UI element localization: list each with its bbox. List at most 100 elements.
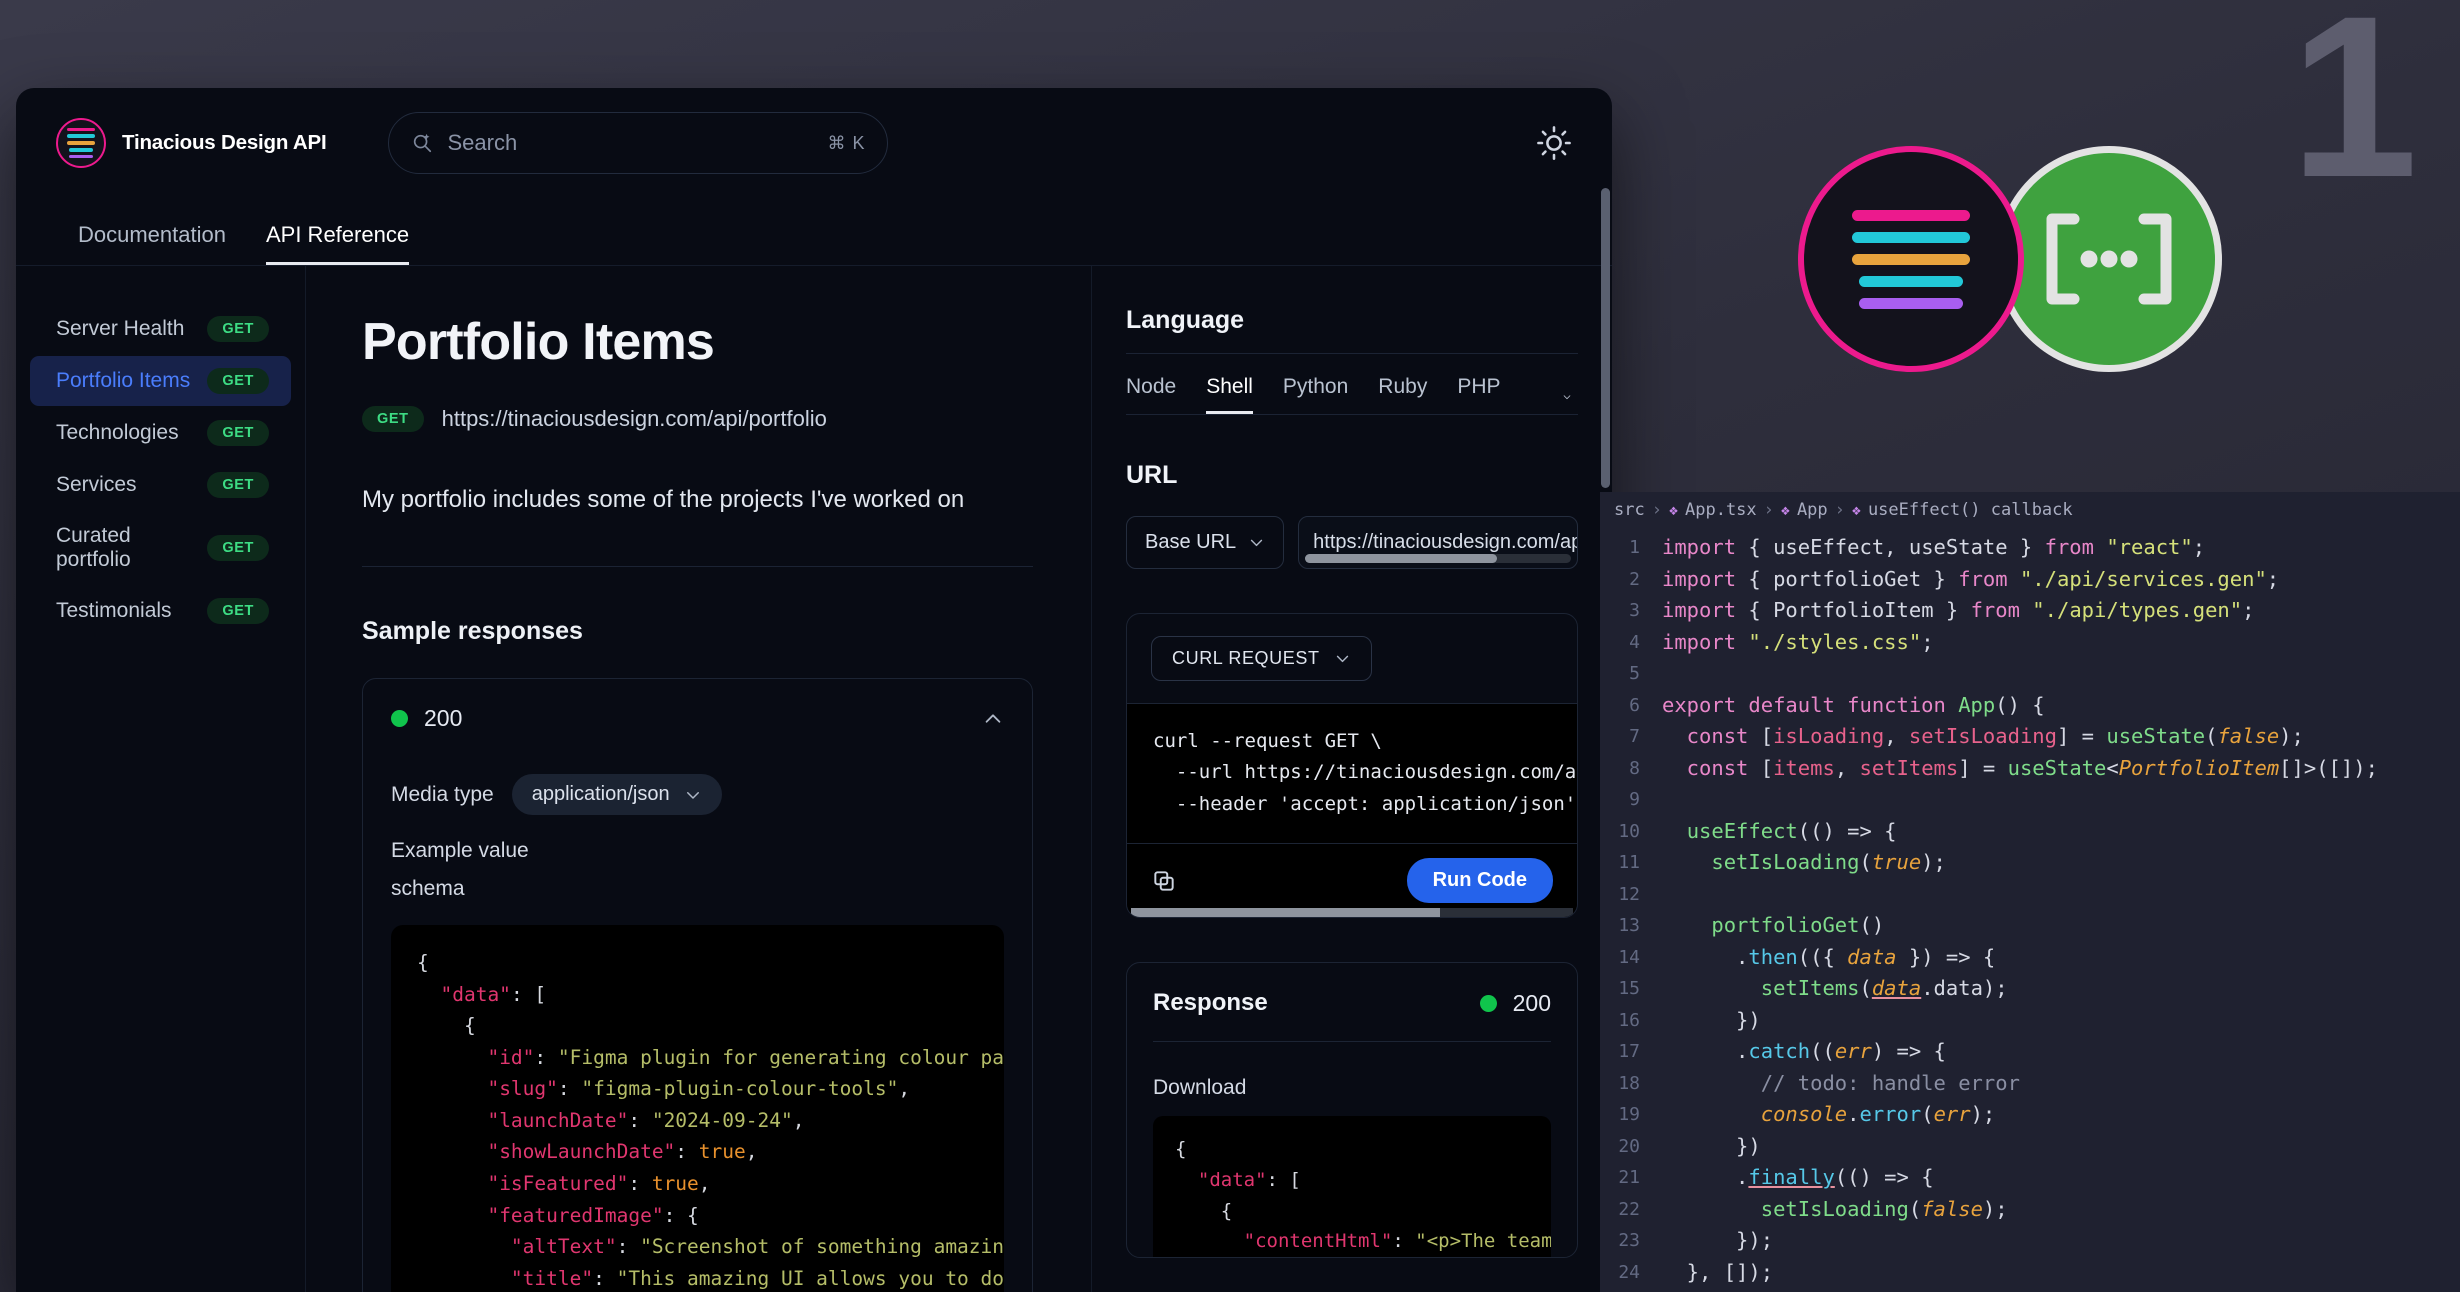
line-number: 23 xyxy=(1618,1230,1640,1251)
search-icon xyxy=(414,133,432,153)
line-number: 9 xyxy=(1629,789,1640,810)
url-value: https://tinaciousdesign.com/api/po xyxy=(1313,531,1577,553)
media-type-select[interactable]: application/json xyxy=(511,774,722,815)
line-number: 1 xyxy=(1629,537,1640,558)
doc-tabs: Documentation API Reference xyxy=(16,198,1612,266)
logo-group xyxy=(1798,146,2222,372)
breadcrumb-item[interactable]: App.tsx xyxy=(1685,500,1757,520)
line-number: 17 xyxy=(1618,1041,1640,1062)
brand[interactable]: Tinacious Design API xyxy=(56,118,327,168)
language-tab-node[interactable]: Node xyxy=(1126,375,1176,414)
response-header: Response 200 xyxy=(1153,989,1551,1042)
chevron-up-icon[interactable] xyxy=(982,708,1004,730)
breadcrumb-item[interactable]: useEffect() callback xyxy=(1868,500,2073,520)
language-tab-php[interactable]: PHP xyxy=(1457,375,1500,414)
line-number: 5 xyxy=(1629,663,1640,684)
method-badge: GET xyxy=(207,472,269,498)
line-content: }) xyxy=(1662,1133,1761,1158)
editor-line: 15 setItems(data.data); xyxy=(1600,973,2460,1005)
chevron-down-icon[interactable] xyxy=(1556,392,1578,414)
editor-line: 5 xyxy=(1600,658,2460,690)
line-content: }) xyxy=(1662,1007,1761,1032)
sidebar-item-services[interactable]: Services GET xyxy=(30,460,291,510)
line-content: const [isLoading, setIsLoading] = useSta… xyxy=(1662,724,2304,748)
request-card: CURL REQUEST curl --request GET \ --url … xyxy=(1126,613,1578,918)
line-number: 7 xyxy=(1629,726,1640,747)
symbol-icon: ❖ xyxy=(1851,501,1861,519)
tab-documentation[interactable]: Documentation xyxy=(78,222,226,265)
line-content: }); xyxy=(1662,1228,1774,1252)
editor-line: 23 }); xyxy=(1600,1225,2460,1257)
sun-icon[interactable] xyxy=(1536,125,1572,161)
url-title: URL xyxy=(1126,461,1178,489)
base-url-select[interactable]: Base URL xyxy=(1126,516,1285,569)
sidebar-item-label: Services xyxy=(56,473,137,496)
chevron-down-icon xyxy=(1250,539,1263,547)
editor-line: 12 xyxy=(1600,879,2460,911)
editor-line: 6 export default function App() { xyxy=(1600,690,2460,722)
method-badge: GET xyxy=(207,598,269,624)
base-url-label: Base URL xyxy=(1145,531,1237,553)
example-value-label[interactable]: Example value xyxy=(391,839,1004,863)
editor-line: 24 }, []); xyxy=(1600,1257,2460,1289)
line-content: const [items, setItems] = useState<Portf… xyxy=(1662,755,2378,780)
code-line: "launchDate": "2024-09-24", xyxy=(487,1108,805,1132)
sidebar-item-curated-portfolio[interactable]: Curated portfolio GET xyxy=(30,512,291,584)
line-content: .then(({ data }) => { xyxy=(1662,944,1996,969)
tab-api-reference[interactable]: API Reference xyxy=(265,222,410,265)
media-type-row: Media type application/json xyxy=(391,774,1004,815)
line-number: 6 xyxy=(1629,694,1640,716)
download-label[interactable]: Download xyxy=(1153,1076,1551,1100)
request-horizontal-scrollbar[interactable] xyxy=(1131,908,1573,917)
line-number: 12 xyxy=(1618,883,1640,905)
line-content: setIsLoading(false); xyxy=(1760,1196,2008,1221)
page-title: Portfolio Items xyxy=(362,313,715,371)
language-tab-shell[interactable]: Shell xyxy=(1206,375,1253,414)
line-number: 18 xyxy=(1618,1072,1640,1094)
line-number: 2 xyxy=(1629,568,1640,590)
schema-label[interactable]: schema xyxy=(391,877,1004,901)
search-input[interactable]: Search ⌘ K xyxy=(388,112,889,174)
breadcrumb-item[interactable]: App xyxy=(1797,500,1828,520)
breadcrumb-separator: › xyxy=(1834,500,1845,520)
breadcrumb-item[interactable]: src xyxy=(1614,500,1645,520)
run-code-button[interactable]: Run Code xyxy=(1406,858,1553,903)
line-content: // todo: handle error xyxy=(1662,1070,2020,1095)
editor-line: 4 import "./styles.css"; xyxy=(1600,627,2460,659)
line-number: 24 xyxy=(1618,1261,1640,1283)
app-topbar: Tinacious Design API Search ⌘ K xyxy=(16,88,1612,198)
symbol-icon: ❖ xyxy=(1780,501,1790,519)
language-tab-python[interactable]: Python xyxy=(1283,375,1348,414)
status-badge: 200 xyxy=(391,705,462,732)
method-badge: GET xyxy=(207,535,269,561)
language-tab-ruby[interactable]: Ruby xyxy=(1378,375,1427,414)
line-content: import { portfolioGet } from "./api/serv… xyxy=(1662,566,2280,591)
try-it-panel: Language Node Shell Python Ruby PHP URL Base… xyxy=(1092,266,1612,1292)
method-badge: GET xyxy=(207,368,269,394)
sidebar-item-testimonials[interactable]: Testimonials GET xyxy=(30,586,291,636)
sample-response-header[interactable]: 200 xyxy=(391,705,1004,732)
url-horizontal-scrollbar[interactable] xyxy=(1305,554,1571,563)
search-shortcut: ⌘ K xyxy=(827,132,866,153)
search-placeholder: Search xyxy=(447,130,518,155)
line-number: 14 xyxy=(1618,946,1640,968)
status-dot-icon xyxy=(1479,994,1497,1012)
sidebar-item-portfolio-items[interactable]: Portfolio Items GET xyxy=(30,356,291,406)
copy-icon[interactable] xyxy=(1151,868,1177,894)
code-line: { xyxy=(417,951,429,974)
media-type-value: application/json xyxy=(531,783,670,805)
sidebar-item-server-health[interactable]: Server Health GET xyxy=(30,304,291,354)
page-scrollbar[interactable] xyxy=(1601,188,1610,488)
status-code: 200 xyxy=(424,705,463,731)
line-content: setIsLoading(true); xyxy=(1711,850,1946,874)
url-input[interactable]: https://tinaciousdesign.com/api/po xyxy=(1298,516,1578,569)
endpoint-url: https://tinaciousdesign.com/api/portfoli… xyxy=(441,406,827,431)
sidebar-item-technologies[interactable]: Technologies GET xyxy=(30,408,291,458)
request-type-select[interactable]: CURL REQUEST xyxy=(1151,636,1372,681)
breadcrumb-separator: › xyxy=(1763,500,1774,520)
request-footer: Run Code xyxy=(1127,843,1577,917)
request-header: CURL REQUEST xyxy=(1127,614,1577,703)
editor-line: 2 import { portfolioGet } from "./api/ser… xyxy=(1600,564,2460,596)
code-lines[interactable]: 1 import { useEffect, useState } from "re… xyxy=(1600,528,2460,1288)
response-status-code: 200 xyxy=(1512,989,1551,1016)
